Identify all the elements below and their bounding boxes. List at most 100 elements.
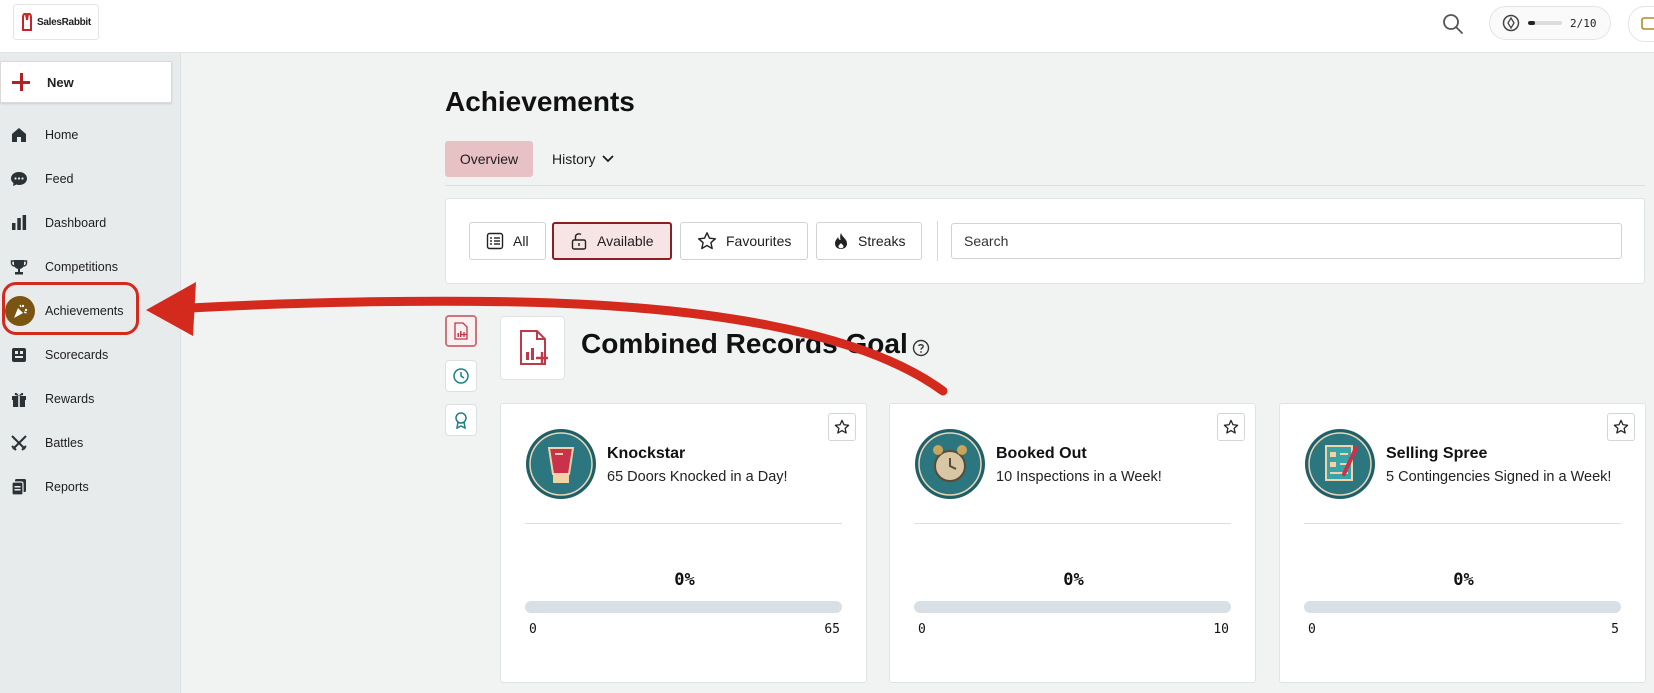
filter-label: Favourites <box>726 233 792 249</box>
search-input[interactable] <box>951 223 1622 259</box>
achievement-card[interactable]: Booked Out 10 Inspections in a Week! 0% … <box>889 403 1256 683</box>
list-icon <box>486 232 504 250</box>
sidebar-item-rewards[interactable]: Rewards <box>0 379 180 419</box>
achievement-percent: 0% <box>1063 570 1084 590</box>
achievement-name: Booked Out <box>996 445 1087 462</box>
filter-label: Available <box>597 233 654 249</box>
group-title: Combined Records Goal <box>581 328 908 359</box>
filter-favourites-button[interactable]: Favourites <box>680 222 809 260</box>
achievement-percent: 0% <box>674 570 695 590</box>
app-logo[interactable]: SalesRabbit <box>13 4 99 40</box>
achievement-card[interactable]: Selling Spree 5 Contingencies Signed in … <box>1279 403 1646 683</box>
star-icon <box>1223 419 1239 434</box>
achievement-description: 65 Doors Knocked in a Day! <box>607 469 788 485</box>
filter-bar: All Available Favourites Streaks <box>445 198 1645 284</box>
search-icon[interactable] <box>1440 11 1466 37</box>
card-divider <box>914 523 1231 524</box>
sidebar-item-label: Reports <box>45 480 89 494</box>
sidebar-item-competitions[interactable]: Competitions <box>0 247 180 287</box>
progress-max: 10 <box>1213 622 1229 637</box>
progress-max: 65 <box>824 622 840 637</box>
crossed-swords-icon <box>9 433 29 453</box>
card-divider <box>1304 523 1621 524</box>
sidebar-item-label: Feed <box>45 172 74 186</box>
progress-min: 0 <box>918 622 926 637</box>
sidebar-item-label: Home <box>45 128 79 142</box>
sidebar-item-label: Dashboard <box>45 216 107 230</box>
category-badges-button[interactable] <box>445 404 477 436</box>
filter-label: Streaks <box>858 233 906 249</box>
tab-history-label: History <box>552 151 596 167</box>
category-records-button[interactable] <box>445 315 477 347</box>
favourite-button[interactable] <box>828 413 856 441</box>
filter-label: All <box>513 233 529 249</box>
annotation-highlight-ring <box>2 282 139 335</box>
onboarding-progress-bar <box>1528 21 1562 25</box>
home-icon <box>9 125 29 145</box>
help-icon[interactable] <box>912 339 930 357</box>
reports-icon <box>9 477 29 497</box>
group-icon-box <box>500 316 565 380</box>
wallet-icon <box>1641 17 1654 30</box>
bar-chart-icon <box>9 213 29 233</box>
logo-text: SalesRabbit <box>37 16 91 28</box>
rabbit-logo-icon <box>22 12 32 31</box>
star-icon <box>1613 419 1629 434</box>
card-divider <box>525 523 842 524</box>
new-button-label: New <box>47 74 74 90</box>
progress-min: 0 <box>1308 622 1316 637</box>
filter-all-button[interactable]: All <box>469 222 546 260</box>
scorecard-icon <box>9 345 29 365</box>
unlock-icon <box>571 233 587 250</box>
achievement-description: 10 Inspections in a Week! <box>996 469 1162 485</box>
trophy-icon <box>9 257 29 277</box>
achievement-progress-bar <box>525 601 842 613</box>
progress-max: 5 <box>1611 622 1619 637</box>
achievement-description: 5 Contingencies Signed in a Week! <box>1386 469 1612 485</box>
alarm-clock-icon <box>915 429 985 499</box>
favourite-button[interactable] <box>1217 413 1245 441</box>
progress-min: 0 <box>529 622 537 637</box>
achievement-percent: 0% <box>1453 570 1474 590</box>
onboarding-progress[interactable]: 2/10 <box>1489 6 1611 40</box>
favourite-button[interactable] <box>1607 413 1635 441</box>
sidebar-item-home[interactable]: Home <box>0 115 180 155</box>
gift-icon <box>9 389 29 409</box>
sidebar-item-label: Competitions <box>45 260 118 274</box>
sidebar: New Home Feed Dashboard Competitions Ach… <box>0 53 181 693</box>
sidebar-item-feed[interactable]: Feed <box>0 159 180 199</box>
sidebar-item-scorecards[interactable]: Scorecards <box>0 335 180 375</box>
category-time-button[interactable] <box>445 360 477 392</box>
achievement-card[interactable]: Knockstar 65 Doors Knocked in a Day! 0% … <box>500 403 867 683</box>
tab-history[interactable]: History <box>552 141 614 177</box>
achievement-progress-bar <box>914 601 1231 613</box>
star-icon <box>698 232 716 250</box>
sidebar-item-reports[interactable]: Reports <box>0 467 180 507</box>
achievement-name: Knockstar <box>607 445 686 462</box>
clock-icon <box>453 368 469 384</box>
top-bar: SalesRabbit 2/10 <box>0 0 1654 53</box>
onboarding-progress-text: 2/10 <box>1570 16 1597 30</box>
chart-document-icon <box>454 322 468 340</box>
filter-divider <box>937 221 938 261</box>
chat-bubble-icon <box>9 169 29 189</box>
new-button[interactable]: New <box>0 61 172 103</box>
flame-icon <box>835 233 847 249</box>
tabs-divider <box>445 185 1645 186</box>
signed-checklist-icon <box>1305 429 1375 499</box>
sidebar-item-label: Rewards <box>45 392 95 406</box>
boxing-glove-icon <box>526 429 596 499</box>
chart-document-icon <box>519 330 548 365</box>
page-title: Achievements <box>445 86 635 117</box>
sidebar-item-dashboard[interactable]: Dashboard <box>0 203 180 243</box>
wallet-button[interactable] <box>1628 6 1654 42</box>
filter-streaks-button[interactable]: Streaks <box>816 222 923 260</box>
onboarding-progress-fill <box>1528 21 1535 25</box>
filter-available-button[interactable]: Available <box>552 222 672 260</box>
plus-icon <box>12 73 30 91</box>
tab-overview[interactable]: Overview <box>445 141 533 177</box>
sidebar-item-battles[interactable]: Battles <box>0 423 180 463</box>
sidebar-item-label: Battles <box>45 436 84 450</box>
star-icon <box>834 419 850 434</box>
achievement-progress-bar <box>1304 601 1621 613</box>
